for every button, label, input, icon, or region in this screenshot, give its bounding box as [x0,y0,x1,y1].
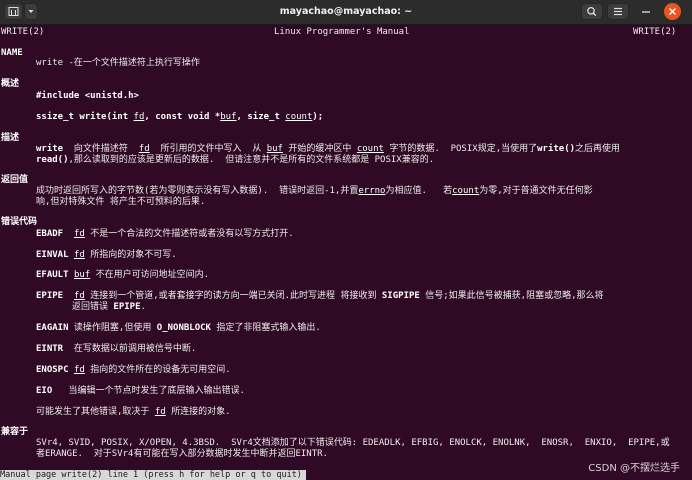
text-run: 所连接的对象. [165,407,231,417]
text-run: 读操作阻塞,但使用 [68,323,157,333]
section-description-heading: 描述 [1,133,20,143]
error-eagain: EAGAIN 读操作阻塞,但使用 O_NONBLOCK 指定了非阻塞式输入输出. [36,322,321,334]
section-name-heading: NAME [1,48,23,58]
text-run: 连接到一个管道,或者套接字的读方向一端已关闭.此时写进程 将接收到 [84,291,382,301]
error-code: EFAULT [36,270,69,280]
proto-fd: fd [133,112,145,122]
term-count: count [452,186,480,196]
error-eio: EIO 当编辑一个节点时发生了底层输入输出错误. [36,385,245,397]
error-einval: EINVAL fd 所指向的对象不可写. [36,249,177,261]
watermark: CSDN @不摆烂选手 [588,463,680,474]
term-fd: fd [138,144,150,154]
term-buf: buf [266,144,283,154]
pager-status-line: Manual page write(2) line 1 (press h for… [0,470,306,480]
term-write-call: write() [537,144,576,154]
name-description: write -在一个文件描述符上执行写操作 [36,58,200,68]
section-return-heading: 返回值 [1,175,29,185]
text-run: 当编辑一个节点时发生了底层输入输出错误. [52,386,245,396]
man-header-center: Linux Programmer's Manual [274,27,410,37]
term-fd: fd [73,291,85,301]
description-line-2: read(),那么读取到的应该是更新后的数据. 但请注意并不是所有的文件系统都是… [36,154,434,166]
section-conforming-heading: 兼容于 [1,427,29,437]
term-buf: buf [73,270,91,280]
text-run: 指定了非阻塞式输入输出. [210,323,321,333]
error-code: EAGAIN [36,323,69,333]
error-other: 可能发生了其他错误,取决于 fd 所连接的对象. [36,406,231,418]
error-eintr: EINTR 在写数据以前调用被信号中断. [36,343,196,355]
term-read-call: read() [36,155,69,165]
term-o-nonblock: O_NONBLOCK [156,323,211,333]
minimize-icon [642,11,650,13]
proto-count: count [285,112,313,122]
text-run: 返回错误 [72,302,114,312]
error-code: EBADF [36,229,64,239]
proto-text: ssize_t write(int [36,112,134,122]
error-code: EINVAL [36,250,69,260]
return-line-2: 响,但对特殊文件 将产生不可预料的后果. [36,197,206,207]
text-run: 为相应值. 若 [385,186,453,196]
text-run: . [140,302,146,312]
text-run: 所指向的对象不可写. [84,250,177,260]
include-line: #include <unistd.h> [36,91,139,101]
prototype-line: ssize_t write(int fd, const void *buf, s… [36,111,323,123]
term-fd: fd [154,407,166,417]
proto-buf: buf [220,112,237,122]
text-run: ,那么读取到的应该是更新后的数据. 但请注意并不是所有的文件系统都是 POSIX… [68,155,435,165]
text-run: 之后再使用 [575,144,621,154]
text-run: 成功时返回所写入的字节数(若为零则表示没有写入数据). 错误时返回-1,并置 [36,186,359,196]
error-code: EIO [36,386,53,396]
search-button[interactable] [581,3,603,20]
term-sigpipe: SIGPIPE [381,291,420,301]
text-run: 为零,对于普通文件无任何影 [479,186,593,196]
error-epipe-line-2: 返回错误 EPIPE. [72,301,146,313]
error-code: EINTR [36,344,64,354]
text-run: 可能发生了其他错误,取决于 [36,407,155,417]
menu-icon [614,7,622,16]
minimize-button[interactable] [637,3,655,20]
term-count: count [356,144,384,154]
proto-text: ); [312,112,324,122]
text-run: 所引用的文件中写入 从 [149,144,267,154]
text-run: 指向的文件所在的设备无可用空间. [84,365,231,375]
text-run: 在写数据以前调用被信号中断. [63,344,197,354]
text-run: 开始的缓冲区中 [282,144,357,154]
search-icon [587,6,597,17]
section-errors-heading: 错误代码 [1,217,38,227]
error-code: EPIPE [113,302,141,312]
proto-text: , size_t [236,112,286,122]
window-titlebar: mayachao@mayachao: ~ [0,0,692,25]
conforming-line-2: 者ERANGE. 对于SVr4有可能在写入部分数据时发生中断并返回EINTR. [36,449,328,459]
man-header-left: WRITE(2) [1,27,45,37]
error-ebadf: EBADF fd 不是一个合法的文件描述符或者没有以写方式打开. [36,228,294,240]
term-fd: fd [73,365,85,375]
close-button[interactable] [664,3,681,20]
error-code: ENOSPC [36,365,69,375]
text-run: 字节的数据. POSIX规定,当使用了 [383,144,538,154]
term-fd: fd [73,250,85,260]
term-fd: fd [73,229,85,239]
error-code: EPIPE [36,291,64,301]
terminal-output: WRITE(2) Linux Programmer's Manual WRITE… [0,25,692,480]
text-run: 向文件描述符 [63,144,139,154]
section-synopsis-heading: 概述 [1,79,20,89]
menu-button[interactable] [607,3,629,20]
error-enospc: ENOSPC fd 指向的文件所在的设备无可用空间. [36,364,231,376]
text-run: 信号;如果此信号被捕获,阻塞或忽略,那么将 [419,291,604,301]
error-efault: EFAULT buf 不在用户可访问地址空间内. [36,269,209,281]
text-run: 不是一个合法的文件描述符或者没有以写方式打开. [84,229,294,239]
close-icon [669,8,676,15]
man-header-right: WRITE(2) [633,27,677,37]
term-write: write [36,144,64,154]
proto-text: , const void * [144,112,221,122]
text-run: 不在用户可访问地址空间内. [90,270,210,280]
term-errno: errno [358,186,386,196]
